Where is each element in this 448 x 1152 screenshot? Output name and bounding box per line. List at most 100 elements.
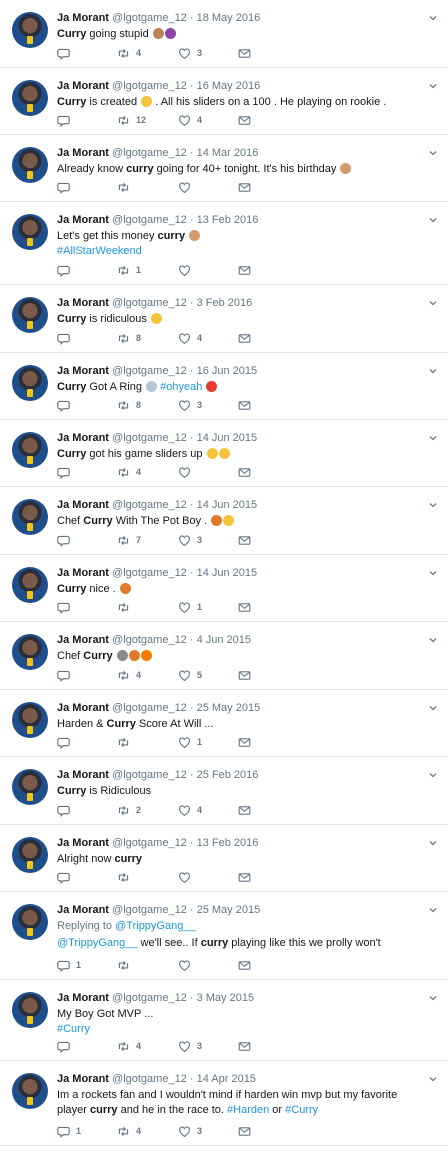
like-button[interactable]: 1 (178, 600, 202, 614)
reply-button[interactable] (57, 668, 70, 682)
tweet-date[interactable]: 14 Jun 2015 (197, 432, 258, 444)
reply-button[interactable] (57, 600, 70, 614)
direct-message-button[interactable] (238, 263, 251, 277)
tweet-item[interactable]: Ja Morant @lgotgame_12 · 14 Jun 2015 Curr… (0, 420, 448, 487)
tweet-link[interactable]: #Harden (227, 1104, 269, 1116)
reply-button[interactable] (57, 180, 70, 194)
tweet-date[interactable]: 14 Jun 2015 (197, 499, 258, 511)
chevron-down-icon[interactable] (428, 363, 438, 374)
user-handle[interactable]: @lgotgame_12 (112, 904, 187, 916)
reply-button[interactable]: 1 (57, 1124, 81, 1138)
user-handle[interactable]: @lgotgame_12 (112, 432, 187, 444)
tweet-date[interactable]: 4 Jun 2015 (197, 634, 251, 646)
reply-button[interactable] (57, 533, 70, 547)
like-button[interactable]: 4 (178, 331, 202, 345)
tweet-item[interactable]: Ja Morant @lgotgame_12 · 25 Feb 2016 Curr… (0, 757, 448, 825)
tweet-item[interactable]: Ja Morant @lgotgame_12 · 13 Feb 2016 Let'… (0, 202, 448, 285)
tweet-item[interactable]: Ja Morant @lgotgame_12 · 3 May 2015 My Bo… (0, 980, 448, 1061)
user-name[interactable]: Ja Morant (57, 769, 109, 781)
tweet-item[interactable]: Ja Morant @lgotgame_12 · 18 May 2016 Curr… (0, 0, 448, 68)
user-name[interactable]: Ja Morant (57, 499, 109, 511)
direct-message-button[interactable] (238, 1039, 251, 1053)
tweet-item[interactable]: Ja Morant @lgotgame_12 · 3 Feb 2016 Curry… (0, 285, 448, 353)
tweet-date[interactable]: 14 Mar 2016 (197, 147, 259, 159)
reply-button[interactable] (57, 46, 70, 60)
chevron-down-icon[interactable] (428, 990, 438, 1001)
avatar[interactable] (12, 837, 48, 873)
chevron-down-icon[interactable] (428, 700, 438, 711)
tweet-date[interactable]: 16 Jun 2015 (197, 365, 258, 377)
chevron-down-icon[interactable] (428, 497, 438, 508)
user-handle[interactable]: @lgotgame_12 (112, 365, 187, 377)
direct-message-button[interactable] (238, 870, 251, 884)
chevron-down-icon[interactable] (428, 78, 438, 89)
tweet-item[interactable]: Ja Morant @lgotgame_12 · 14 Jun 2015 Chef… (0, 487, 448, 555)
direct-message-button[interactable] (238, 600, 251, 614)
tweet-link[interactable]: #Curry (285, 1104, 318, 1116)
reply-button[interactable]: 1 (57, 958, 81, 972)
retweet-button[interactable]: 4 (117, 668, 141, 682)
user-handle[interactable]: @lgotgame_12 (112, 702, 187, 714)
avatar[interactable] (12, 769, 48, 805)
user-name[interactable]: Ja Morant (57, 80, 109, 92)
chevron-down-icon[interactable] (428, 902, 438, 913)
direct-message-button[interactable] (238, 180, 251, 194)
user-handle[interactable]: @lgotgame_12 (112, 80, 187, 92)
reply-button[interactable] (57, 465, 70, 479)
reply-button[interactable] (57, 331, 70, 345)
reply-button[interactable] (57, 870, 70, 884)
user-handle[interactable]: @lgotgame_12 (112, 12, 187, 24)
retweet-button[interactable]: 7 (117, 533, 141, 547)
hashtag-link[interactable]: #AllStarWeekend (57, 245, 142, 257)
avatar[interactable] (12, 80, 48, 116)
tweet-date[interactable]: 14 Apr 2015 (197, 1073, 256, 1085)
user-name[interactable]: Ja Morant (57, 567, 109, 579)
tweet-date[interactable]: 16 May 2016 (197, 80, 261, 92)
reply-button[interactable] (57, 263, 70, 277)
direct-message-button[interactable] (238, 113, 251, 127)
user-name[interactable]: Ja Morant (57, 147, 109, 159)
avatar[interactable] (12, 567, 48, 603)
like-button[interactable]: 3 (178, 398, 202, 412)
like-button[interactable] (178, 180, 191, 194)
like-button[interactable] (178, 958, 191, 972)
retweet-button[interactable]: 8 (117, 398, 141, 412)
retweet-button[interactable] (117, 600, 130, 614)
user-name[interactable]: Ja Morant (57, 214, 109, 226)
avatar[interactable] (12, 214, 48, 250)
reply-button[interactable] (57, 735, 70, 749)
direct-message-button[interactable] (238, 735, 251, 749)
tweet-date[interactable]: 18 May 2016 (197, 12, 261, 24)
tweet-item[interactable]: Ja Morant @lgotgame_12 · 4 Jun 2015 Chef … (0, 622, 448, 690)
direct-message-button[interactable] (238, 398, 251, 412)
retweet-button[interactable]: 4 (117, 465, 141, 479)
user-handle[interactable]: @lgotgame_12 (112, 499, 187, 511)
retweet-button[interactable]: 12 (117, 113, 146, 127)
chevron-down-icon[interactable] (428, 295, 438, 306)
direct-message-button[interactable] (238, 958, 251, 972)
like-button[interactable]: 3 (178, 46, 202, 60)
user-name[interactable]: Ja Morant (57, 702, 109, 714)
like-button[interactable] (178, 465, 191, 479)
user-name[interactable]: Ja Morant (57, 992, 109, 1004)
retweet-button[interactable]: 8 (117, 331, 141, 345)
user-handle[interactable]: @lgotgame_12 (112, 634, 187, 646)
avatar[interactable] (12, 702, 48, 738)
chevron-down-icon[interactable] (428, 10, 438, 21)
chevron-down-icon[interactable] (428, 632, 438, 643)
avatar[interactable] (12, 992, 48, 1028)
tweet-date[interactable]: 25 May 2015 (197, 904, 261, 916)
user-name[interactable]: Ja Morant (57, 634, 109, 646)
retweet-button[interactable]: 4 (117, 1124, 141, 1138)
retweet-button[interactable] (117, 735, 130, 749)
tweet-item[interactable]: Ja Morant @lgotgame_12 · 14 Jun 2015 Curr… (0, 555, 448, 622)
avatar[interactable] (12, 147, 48, 183)
direct-message-button[interactable] (238, 1124, 251, 1138)
like-button[interactable]: 4 (178, 113, 202, 127)
user-name[interactable]: Ja Morant (57, 837, 109, 849)
chevron-down-icon[interactable] (428, 1071, 438, 1082)
user-handle[interactable]: @lgotgame_12 (112, 1073, 187, 1085)
tweet-date[interactable]: 25 May 2015 (197, 702, 261, 714)
user-handle[interactable]: @lgotgame_12 (112, 567, 187, 579)
tweet-date[interactable]: 3 Feb 2016 (197, 297, 253, 309)
